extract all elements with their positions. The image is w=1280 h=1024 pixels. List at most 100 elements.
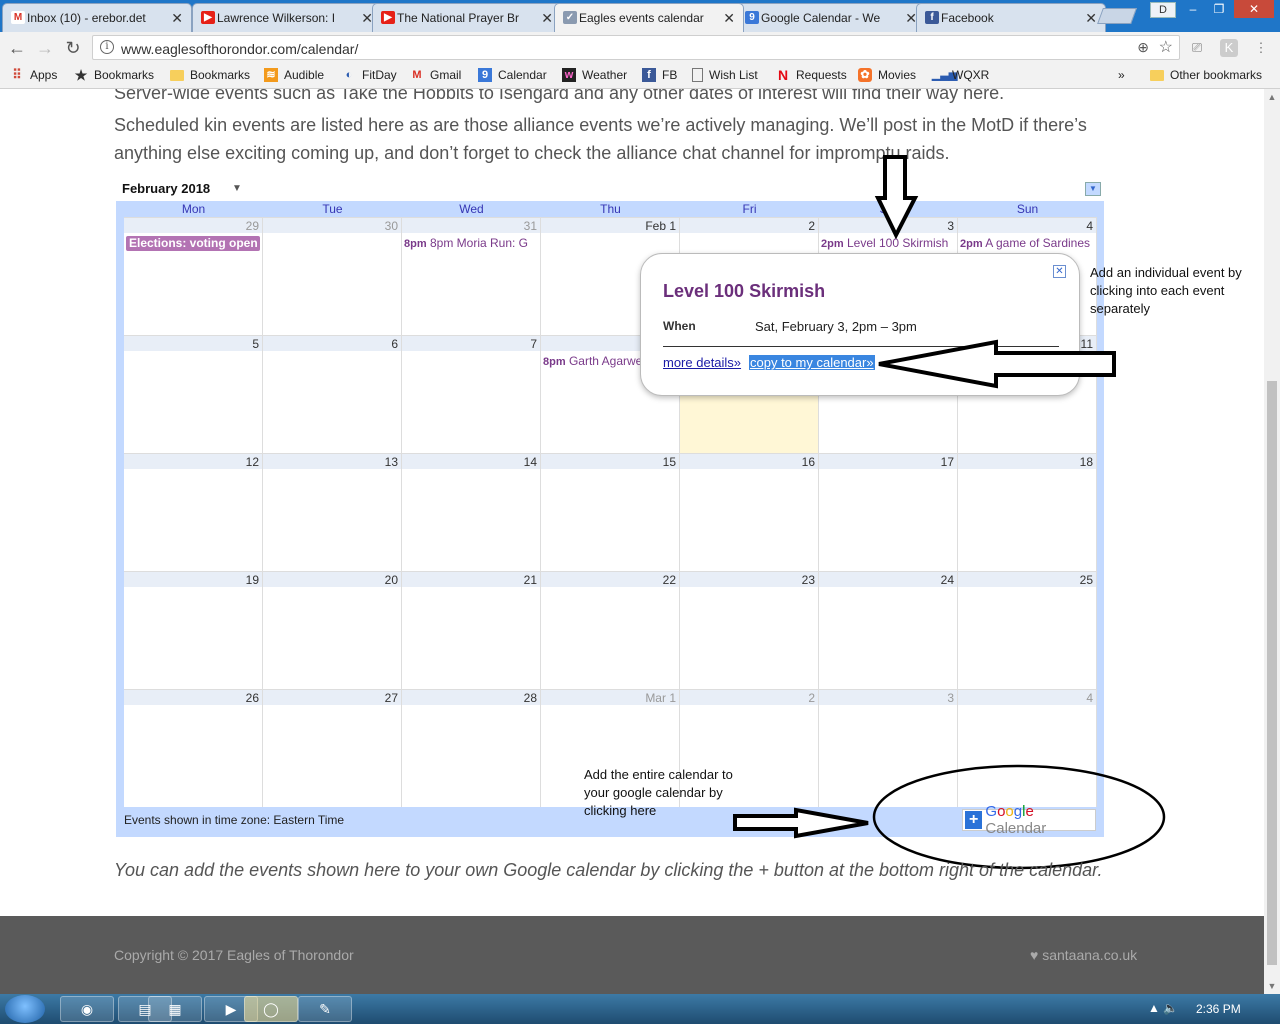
day-cell[interactable]: 5 bbox=[124, 335, 263, 453]
day-cell[interactable]: 15 bbox=[541, 453, 680, 571]
day-cell[interactable]: 27 bbox=[263, 689, 402, 807]
day-cell[interactable]: 14 bbox=[402, 453, 541, 571]
extension-icon[interactable]: K bbox=[1220, 39, 1238, 57]
bookmarks-overflow[interactable]: » bbox=[1118, 68, 1125, 82]
bookmark-calendar[interactable]: 9 Calendar bbox=[478, 68, 547, 82]
day-cell[interactable]: 26 bbox=[124, 689, 263, 807]
tab-eagles-calendar[interactable]: ✓ Eagles events calendar ✕ bbox=[554, 3, 744, 32]
day-cell[interactable]: 17 bbox=[819, 453, 958, 571]
system-tray[interactable]: ▲ 🔈 bbox=[1148, 1001, 1178, 1015]
scrollbar-thumb[interactable] bbox=[1267, 381, 1277, 965]
page-scrollbar[interactable]: ▲ ▼ bbox=[1264, 89, 1280, 994]
clock[interactable]: 2:36 PM bbox=[1196, 1002, 1241, 1016]
calendar-menu-icon[interactable]: ▼ bbox=[1085, 182, 1101, 196]
divider bbox=[663, 346, 1059, 347]
close-icon[interactable]: ✕ bbox=[1085, 10, 1097, 27]
day-cell[interactable]: 30 bbox=[263, 217, 402, 335]
calendar-event[interactable]: 8pm 8pm Moria Run: G bbox=[404, 236, 538, 251]
back-icon[interactable]: ← bbox=[6, 37, 28, 59]
day-cell[interactable]: 4 bbox=[958, 689, 1097, 807]
day-cell[interactable]: 18 bbox=[958, 453, 1097, 571]
bookmark-gmail[interactable]: M Gmail bbox=[410, 68, 461, 82]
address-bar[interactable]: i www.eaglesofthorondor.com/calendar/ ⊕ … bbox=[92, 35, 1180, 60]
day-cell[interactable]: 12 bbox=[124, 453, 263, 571]
url-text: www.eaglesofthorondor.com/calendar/ bbox=[121, 41, 359, 57]
day-cell[interactable]: 13 bbox=[263, 453, 402, 571]
calculator-icon[interactable]: ▦ bbox=[148, 996, 202, 1022]
day-cell[interactable]: 25 bbox=[958, 571, 1097, 689]
paint-icon[interactable]: ✎ bbox=[298, 996, 352, 1022]
bookmark-other-bookmarks[interactable]: Other bookmarks bbox=[1150, 68, 1262, 82]
day-cell[interactable]: 29 Elections: voting open bbox=[124, 217, 263, 335]
more-details-link[interactable]: more details» bbox=[663, 355, 741, 370]
volume-icon[interactable]: 🔈 bbox=[1163, 1001, 1178, 1015]
bookmark-weather[interactable]: w Weather bbox=[562, 68, 627, 82]
bookmark-fitday[interactable]: ◐ FitDay bbox=[342, 68, 397, 82]
day-header-band bbox=[402, 218, 540, 233]
tab-facebook[interactable]: f Facebook ✕ bbox=[916, 3, 1106, 32]
tab-youtube-1[interactable]: ▶ Lawrence Wilkerson: I ✕ bbox=[192, 3, 382, 32]
bookmark-star-icon[interactable]: ☆ bbox=[1159, 37, 1173, 57]
info-icon[interactable]: i bbox=[100, 40, 114, 54]
close-icon[interactable]: ✕ bbox=[541, 10, 553, 27]
cast-icon[interactable]: ⎚ bbox=[1188, 39, 1206, 57]
maximize-icon[interactable]: ❐ bbox=[1206, 0, 1232, 18]
new-tab-button[interactable] bbox=[1097, 8, 1137, 24]
day-header-band bbox=[541, 572, 679, 587]
minimize-icon[interactable]: – bbox=[1180, 0, 1206, 18]
tab-title: Lawrence Wilkerson: I bbox=[217, 11, 336, 25]
day-cell[interactable]: 6 bbox=[263, 335, 402, 453]
day-cell[interactable]: 21 bbox=[402, 571, 541, 689]
profile-button[interactable]: D bbox=[1150, 2, 1176, 18]
day-cell[interactable]: 23 bbox=[680, 571, 819, 689]
bookmark-apps[interactable]: ⠿ Apps bbox=[10, 68, 57, 83]
day-cell[interactable]: 20 bbox=[263, 571, 402, 689]
event-title: Garth Agarwen bbox=[568, 354, 650, 368]
ring-icon[interactable]: ◯ bbox=[244, 996, 298, 1022]
chevron-down-icon[interactable]: ▼ bbox=[232, 183, 242, 194]
bookmark-audible[interactable]: ≋ Audible bbox=[264, 68, 324, 82]
day-cell[interactable]: 24 bbox=[819, 571, 958, 689]
day-cell[interactable]: 3 bbox=[819, 689, 958, 807]
add-to-google-calendar-button[interactable]: + Google Calendar bbox=[962, 803, 1096, 837]
bookmark-wqxr[interactable]: ▁▃▅ WQXR bbox=[932, 68, 989, 82]
forward-icon[interactable]: → bbox=[34, 37, 56, 59]
theme-credit-link[interactable]: ♥ santaana.co.uk bbox=[1030, 947, 1137, 963]
logo-letter: o bbox=[1005, 803, 1014, 820]
day-cell[interactable]: 19 bbox=[124, 571, 263, 689]
close-icon[interactable]: ✕ bbox=[723, 10, 735, 27]
day-header-band bbox=[541, 454, 679, 469]
calendar-month-title[interactable]: February 2018 bbox=[122, 181, 210, 196]
close-icon[interactable]: ✕ bbox=[171, 10, 183, 27]
bookmark-bookmarks-folder[interactable]: Bookmarks bbox=[170, 68, 250, 82]
scroll-down-icon[interactable]: ▼ bbox=[1264, 978, 1280, 994]
bookmark-wish-list[interactable]: Wish List bbox=[692, 68, 758, 82]
day-header-band bbox=[819, 690, 957, 705]
start-button[interactable] bbox=[5, 995, 45, 1023]
close-icon[interactable]: ✕ bbox=[1053, 265, 1066, 278]
calendar-event[interactable]: Elections: voting open bbox=[126, 236, 260, 251]
tab-gmail[interactable]: M Inbox (10) - erebor.det ✕ bbox=[2, 3, 192, 32]
reload-icon[interactable]: ↻ bbox=[62, 37, 84, 59]
bookmark-movies[interactable]: ✿ Movies bbox=[858, 68, 916, 82]
day-cell[interactable]: 16 bbox=[680, 453, 819, 571]
day-cell[interactable]: 31 8pm 8pm Moria Run: G bbox=[402, 217, 541, 335]
scroll-up-icon[interactable]: ▲ bbox=[1264, 89, 1280, 105]
chrome-icon[interactable]: ◉ bbox=[60, 996, 114, 1022]
zoom-icon[interactable]: ⊕ bbox=[1137, 39, 1149, 56]
calendar-event[interactable]: 2pm Level 100 Skirmish bbox=[821, 236, 955, 251]
bookmark-bookmarks-star[interactable]: ★ Bookmarks bbox=[74, 68, 154, 82]
tab-google-calendar[interactable]: 9 Google Calendar - We ✕ bbox=[736, 3, 926, 32]
window-close-icon[interactable]: ✕ bbox=[1234, 0, 1274, 18]
menu-icon[interactable]: ⋮ bbox=[1252, 39, 1270, 57]
calendar-event[interactable]: 2pm A game of Sardines bbox=[960, 236, 1094, 251]
day-cell[interactable]: 22 bbox=[541, 571, 680, 689]
arrow-up-icon[interactable]: ▲ bbox=[1148, 1001, 1160, 1015]
bookmark-requests[interactable]: N Requests bbox=[776, 68, 847, 82]
copy-to-my-calendar-link[interactable]: copy to my calendar» bbox=[749, 355, 875, 370]
day-cell[interactable]: 7 bbox=[402, 335, 541, 453]
day-number: 15 bbox=[662, 455, 676, 469]
bookmark-fb[interactable]: f FB bbox=[642, 68, 677, 82]
tab-youtube-2[interactable]: ▶ The National Prayer Br ✕ bbox=[372, 3, 562, 32]
day-cell[interactable]: 28 bbox=[402, 689, 541, 807]
